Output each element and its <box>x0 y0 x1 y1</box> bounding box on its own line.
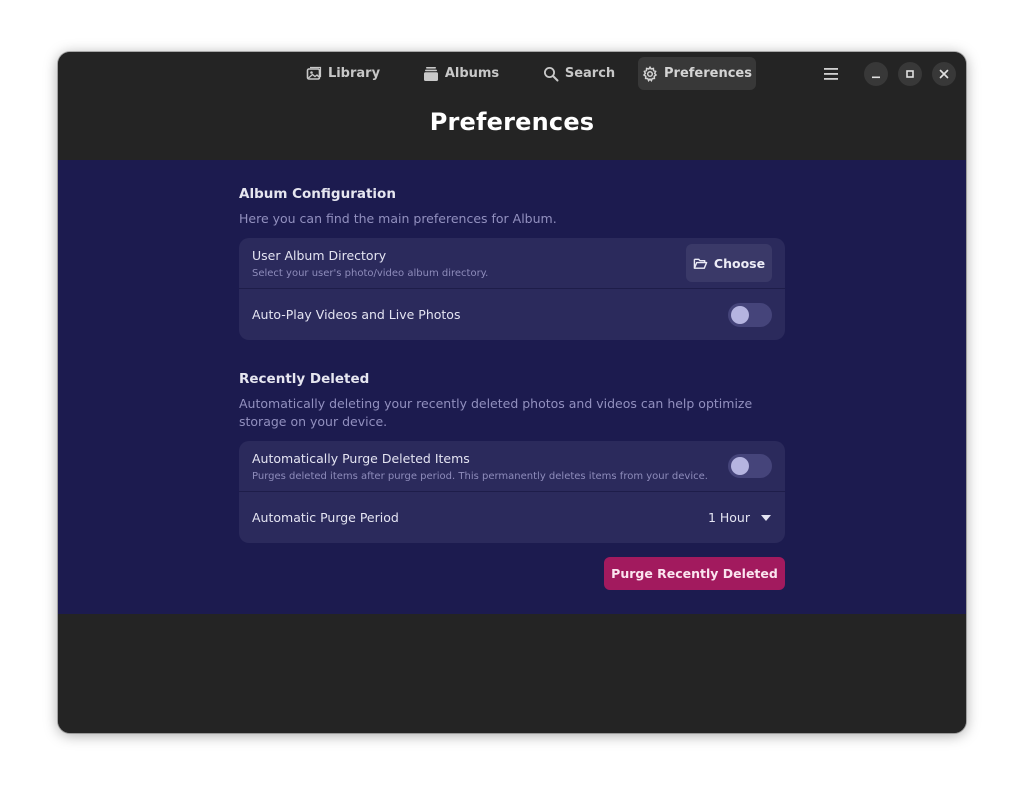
row-text: Automatic Purge Period <box>252 510 708 525</box>
row-title: Automatic Purge Period <box>252 510 399 525</box>
tab-label: Preferences <box>664 66 752 81</box>
maximize-button[interactable] <box>898 62 922 86</box>
row-subtitle: Select your user's photo/video album dir… <box>252 267 489 279</box>
close-icon <box>939 69 949 79</box>
row-title: Auto-Play Videos and Live Photos <box>252 307 461 322</box>
main-menu-button[interactable] <box>816 62 846 86</box>
tab-library[interactable]: Library <box>284 57 402 90</box>
tab-label: Albums <box>444 66 500 81</box>
purge-recently-deleted-button[interactable]: Purge Recently Deleted <box>604 557 785 590</box>
purge-period-row: Automatic Purge Period 1 Hour <box>239 492 785 543</box>
switch-knob <box>731 457 749 475</box>
auto-purge-switch[interactable] <box>728 454 772 478</box>
tab-preferences[interactable]: Preferences <box>638 57 756 90</box>
page-title: Preferences <box>429 108 595 136</box>
album-configuration-group: Album Configuration Here you can find th… <box>239 186 785 340</box>
folder-open-icon <box>693 256 708 271</box>
row-text: Automatically Purge Deleted Items Purges… <box>252 451 728 482</box>
recently-deleted-group: Recently Deleted Automatically deleting … <box>239 371 785 543</box>
group-description: Here you can find the main preferences f… <box>239 211 557 226</box>
tab-label: Search <box>564 66 616 81</box>
recently-deleted-card: Automatically Purge Deleted Items Purges… <box>239 441 785 543</box>
group-description: Automatically deleting your recently del… <box>239 396 753 429</box>
group-title: Recently Deleted <box>239 371 370 387</box>
row-title: User Album Directory <box>252 247 387 263</box>
pan-down-icon <box>760 514 772 522</box>
minimize-button[interactable] <box>864 62 888 86</box>
header-bar: Library Albums Search Preferences Prefer… <box>58 52 966 160</box>
gear-icon <box>642 65 658 82</box>
app-window: Library Albums Search Preferences Prefer… <box>58 52 966 733</box>
button-label: Choose <box>713 255 766 271</box>
row-subtitle: Purges deleted items after purge period.… <box>252 470 708 482</box>
purge-period-dropdown[interactable]: 1 Hour <box>708 510 772 525</box>
row-text: User Album Directory Select your user's … <box>252 248 686 279</box>
tab-label: Library <box>327 66 381 81</box>
choose-directory-button[interactable]: Choose <box>686 244 772 282</box>
auto-play-row: Auto-Play Videos and Live Photos <box>239 289 785 340</box>
tab-search[interactable]: Search <box>520 57 638 90</box>
preferences-content: Album Configuration Here you can find th… <box>58 160 966 614</box>
minimize-icon <box>871 69 881 79</box>
dropdown-value: 1 Hour <box>707 510 750 525</box>
group-title: Album Configuration <box>239 186 396 202</box>
close-button[interactable] <box>932 62 956 86</box>
auto-play-switch[interactable] <box>728 302 772 327</box>
albums-icon <box>423 66 439 82</box>
maximize-icon <box>905 69 915 79</box>
auto-purge-row: Automatically Purge Deleted Items Purges… <box>239 441 785 492</box>
view-switcher: Library Albums Search Preferences <box>284 57 756 90</box>
user-album-directory-row: User Album Directory Select your user's … <box>239 238 785 289</box>
hamburger-menu-icon <box>824 65 838 84</box>
tab-albums[interactable]: Albums <box>402 57 520 90</box>
search-icon <box>543 66 559 82</box>
row-text: Auto-Play Videos and Live Photos <box>252 307 728 322</box>
switch-knob <box>731 305 749 324</box>
window-controls <box>816 62 956 86</box>
window-bottom <box>58 614 966 733</box>
row-title: Automatically Purge Deleted Items <box>252 450 470 466</box>
image-icon <box>306 66 322 82</box>
album-configuration-card: User Album Directory Select your user's … <box>239 238 785 340</box>
